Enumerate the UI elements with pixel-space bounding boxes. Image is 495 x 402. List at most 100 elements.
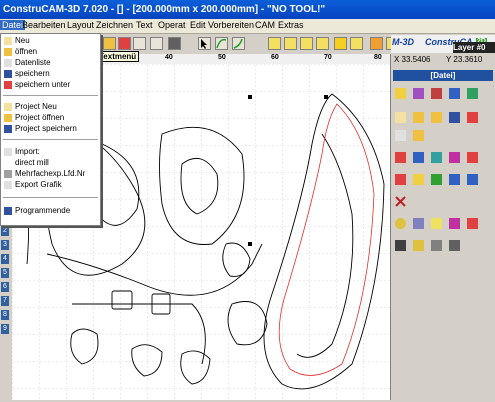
project-save-icon bbox=[4, 125, 12, 133]
folder-icon[interactable] bbox=[431, 112, 442, 123]
monitor-icon[interactable] bbox=[449, 240, 460, 251]
menu-item-mehrfachexp[interactable]: Mehrfachexp.Lfd.Nr bbox=[15, 169, 85, 178]
table-icon[interactable] bbox=[449, 88, 460, 99]
menu-item-speichern-unter[interactable]: speichern unter bbox=[15, 80, 70, 89]
menu-item-export-grafik[interactable]: Export Grafik bbox=[15, 180, 62, 189]
save-icon bbox=[4, 70, 12, 78]
bulb-icon[interactable] bbox=[431, 218, 442, 229]
measure-icon[interactable] bbox=[449, 174, 460, 185]
multi-export-icon bbox=[4, 170, 12, 178]
new-file-icon[interactable] bbox=[395, 112, 406, 123]
menu-item-project-speichern[interactable]: Project speichern bbox=[15, 124, 77, 133]
project-new-icon bbox=[4, 103, 12, 111]
ruler-label: 80 bbox=[374, 54, 382, 61]
menu-vorbereiten[interactable]: Vorbereiten bbox=[208, 20, 254, 30]
menu-separator bbox=[3, 95, 98, 96]
menu-item-neu[interactable]: Neu bbox=[15, 36, 30, 45]
hand-icon[interactable] bbox=[334, 37, 347, 50]
menu-cam[interactable]: CAM bbox=[255, 20, 275, 30]
layer-selector[interactable]: Layer #0 bbox=[453, 42, 495, 53]
datei-dropdown: Neu öffnen Datenliste speichern speicher… bbox=[0, 33, 101, 226]
import-icon bbox=[4, 148, 12, 156]
zoom-window-icon[interactable] bbox=[350, 37, 363, 50]
zoom-in-icon[interactable] bbox=[284, 37, 297, 50]
exit-icon bbox=[4, 207, 12, 215]
align-icon[interactable] bbox=[467, 174, 478, 185]
zoom-out-icon[interactable] bbox=[300, 37, 313, 50]
tool-icon[interactable] bbox=[118, 37, 131, 50]
window-title: ConstruCAM-3D 7.020 - [] - [200.000mm x … bbox=[3, 4, 326, 15]
layer-number[interactable]: 9 bbox=[1, 324, 9, 334]
menu-item-direct-mill[interactable]: direct mill bbox=[15, 158, 49, 167]
menu-operat[interactable]: Operat bbox=[158, 20, 186, 30]
dxf-icon[interactable] bbox=[395, 174, 406, 185]
panel-title: [Datei] bbox=[393, 70, 493, 81]
coordinate-display: X 33.5406 Y 23.3610 bbox=[391, 55, 495, 65]
layer-number[interactable]: 7 bbox=[1, 296, 9, 306]
project-open-icon bbox=[4, 114, 12, 122]
tool-icon[interactable] bbox=[133, 37, 146, 50]
book-icon[interactable] bbox=[449, 218, 460, 229]
tooltip-text: Textmenü bbox=[99, 52, 137, 61]
tool-icon[interactable] bbox=[431, 88, 442, 99]
export-icon[interactable] bbox=[413, 152, 424, 163]
layer-number[interactable]: 2 bbox=[1, 226, 9, 236]
save-as-icon bbox=[4, 81, 12, 89]
print-icon[interactable] bbox=[395, 130, 406, 141]
convert-icon[interactable] bbox=[431, 152, 442, 163]
save-icon[interactable] bbox=[449, 112, 460, 123]
tool-icon[interactable] bbox=[150, 37, 163, 50]
layer-icon[interactable] bbox=[413, 88, 424, 99]
menu-separator bbox=[3, 197, 98, 198]
file-icon[interactable] bbox=[395, 88, 406, 99]
curve-tool-icon[interactable] bbox=[232, 37, 245, 50]
save-as-icon[interactable] bbox=[467, 112, 478, 123]
layer-number[interactable]: 3 bbox=[1, 240, 9, 250]
view-icon[interactable] bbox=[467, 88, 478, 99]
layer-number[interactable]: 5 bbox=[1, 268, 9, 278]
layer-number[interactable]: 4 bbox=[1, 254, 9, 264]
menu-item-speichern[interactable]: speichern bbox=[15, 69, 50, 78]
ruler-label: 50 bbox=[218, 54, 226, 61]
zoom-icon[interactable] bbox=[268, 37, 281, 50]
open-folder-icon[interactable] bbox=[413, 112, 424, 123]
curve-tool-icon[interactable] bbox=[215, 37, 228, 50]
menu-item-datenliste[interactable]: Datenliste bbox=[15, 58, 51, 67]
zoom-fit-icon[interactable] bbox=[316, 37, 329, 50]
menu-bearbeiten[interactable]: Bearbeiten bbox=[22, 20, 66, 30]
menu-zeichnen[interactable]: Zeichnen bbox=[96, 20, 133, 30]
layer-number[interactable]: 8 bbox=[1, 310, 9, 320]
printer-icon[interactable] bbox=[431, 240, 442, 251]
pointer-icon[interactable] bbox=[198, 37, 211, 50]
tool-icon[interactable] bbox=[103, 37, 116, 50]
menu-text[interactable]: Text bbox=[136, 20, 153, 30]
folder-open-icon[interactable] bbox=[413, 130, 424, 141]
ruler-label: 70 bbox=[324, 54, 332, 61]
paint-icon[interactable] bbox=[467, 218, 478, 229]
open-icon bbox=[4, 48, 12, 56]
coord-x: X 33.5406 bbox=[394, 55, 431, 64]
menu-extras[interactable]: Extras bbox=[278, 20, 304, 30]
menu-item-project-neu[interactable]: Project Neu bbox=[15, 102, 57, 111]
import-icon[interactable] bbox=[395, 152, 406, 163]
tool-icon[interactable] bbox=[370, 37, 383, 50]
pencil-icon[interactable] bbox=[413, 174, 424, 185]
menu-item-programmende[interactable]: Programmende bbox=[15, 206, 70, 215]
menu-edit[interactable]: Edit bbox=[190, 20, 206, 30]
notes-icon[interactable] bbox=[413, 218, 424, 229]
info-icon[interactable] bbox=[395, 218, 406, 229]
arrow-icon[interactable] bbox=[395, 240, 406, 251]
notepad-icon[interactable] bbox=[413, 240, 424, 251]
tool-icon[interactable] bbox=[168, 37, 181, 50]
menu-item-import[interactable]: Import: bbox=[15, 147, 40, 156]
list-icon bbox=[4, 59, 12, 67]
logo-text-1: M-3D bbox=[392, 37, 414, 47]
delete-icon[interactable] bbox=[395, 196, 406, 207]
layer-number[interactable]: 6 bbox=[1, 282, 9, 292]
layer-book-icon[interactable] bbox=[449, 152, 460, 163]
pen-icon[interactable] bbox=[431, 174, 442, 185]
menu-item-oeffnen[interactable]: öffnen bbox=[15, 47, 37, 56]
book-icon[interactable] bbox=[467, 152, 478, 163]
menu-item-project-oeffnen[interactable]: Project öffnen bbox=[15, 113, 64, 122]
menu-layout[interactable]: Layout bbox=[67, 20, 94, 30]
